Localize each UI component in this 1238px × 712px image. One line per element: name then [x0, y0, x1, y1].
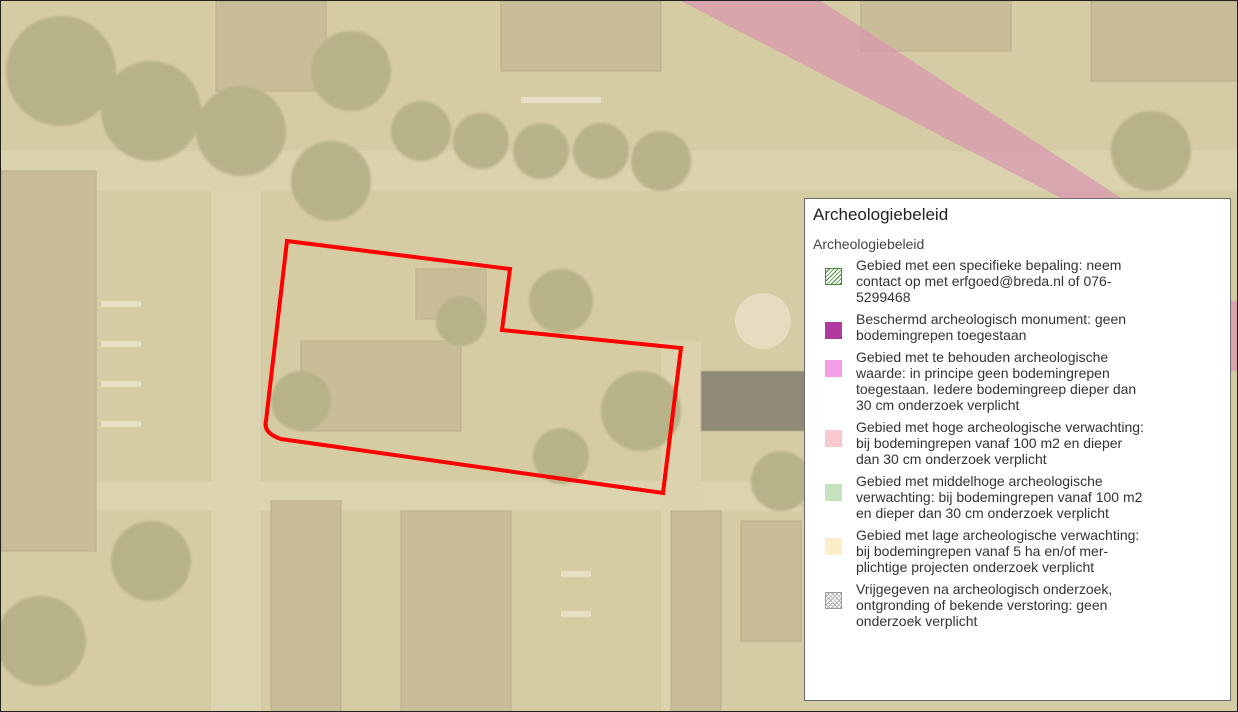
color-swatch-icon [825, 430, 842, 447]
legend-item-label: Gebied met te behouden archeologische wa… [856, 349, 1137, 413]
legend-title: Archeologiebeleid [813, 205, 949, 224]
color-swatch-icon [825, 322, 842, 339]
legend-panel: Archeologiebeleid Archeologiebeleid Gebi… [804, 198, 1231, 701]
legend-item-monument: Beschermd archeologisch monument: geen b… [813, 311, 1222, 343]
legend-item-te-behouden: Gebied met te behouden archeologische wa… [813, 349, 1222, 413]
color-swatch-icon [825, 360, 842, 377]
legend-item-vrijgegeven: Vrijgegeven na archeologisch onderzoek, … [813, 581, 1222, 629]
legend-item-specifieke-bepaling: Gebied met een specifieke bepaling: neem… [813, 257, 1222, 305]
legend-item-label: Vrijgegeven na archeologisch onderzoek, … [856, 581, 1113, 629]
hatch-swatch-icon [825, 268, 842, 285]
legend-item-lage-verwachting: Gebied met lage archeologische verwachti… [813, 527, 1222, 575]
legend-layer-name: Archeologiebeleid [813, 236, 925, 252]
legend-item-label: Beschermd archeologisch monument: geen b… [856, 311, 1127, 343]
legend-item-label: Gebied met een specifieke bepaling: neem… [856, 257, 1122, 305]
legend-item-hoge-verwachting: Gebied met hoge archeologische verwachti… [813, 419, 1222, 467]
legend-item-label: Gebied met hoge archeologische verwachti… [856, 419, 1144, 467]
map-view[interactable]: Archeologiebeleid Archeologiebeleid Gebi… [0, 0, 1238, 712]
color-swatch-icon [825, 484, 842, 501]
legend-item-label: Gebied met middelhoge archeologische ver… [856, 473, 1143, 521]
legend-item-label: Gebied met lage archeologische verwachti… [856, 527, 1140, 575]
crosshatch-swatch-icon [825, 592, 842, 609]
color-swatch-icon [825, 538, 842, 555]
legend-item-middelhoge-verwachting: Gebied met middelhoge archeologische ver… [813, 473, 1222, 521]
